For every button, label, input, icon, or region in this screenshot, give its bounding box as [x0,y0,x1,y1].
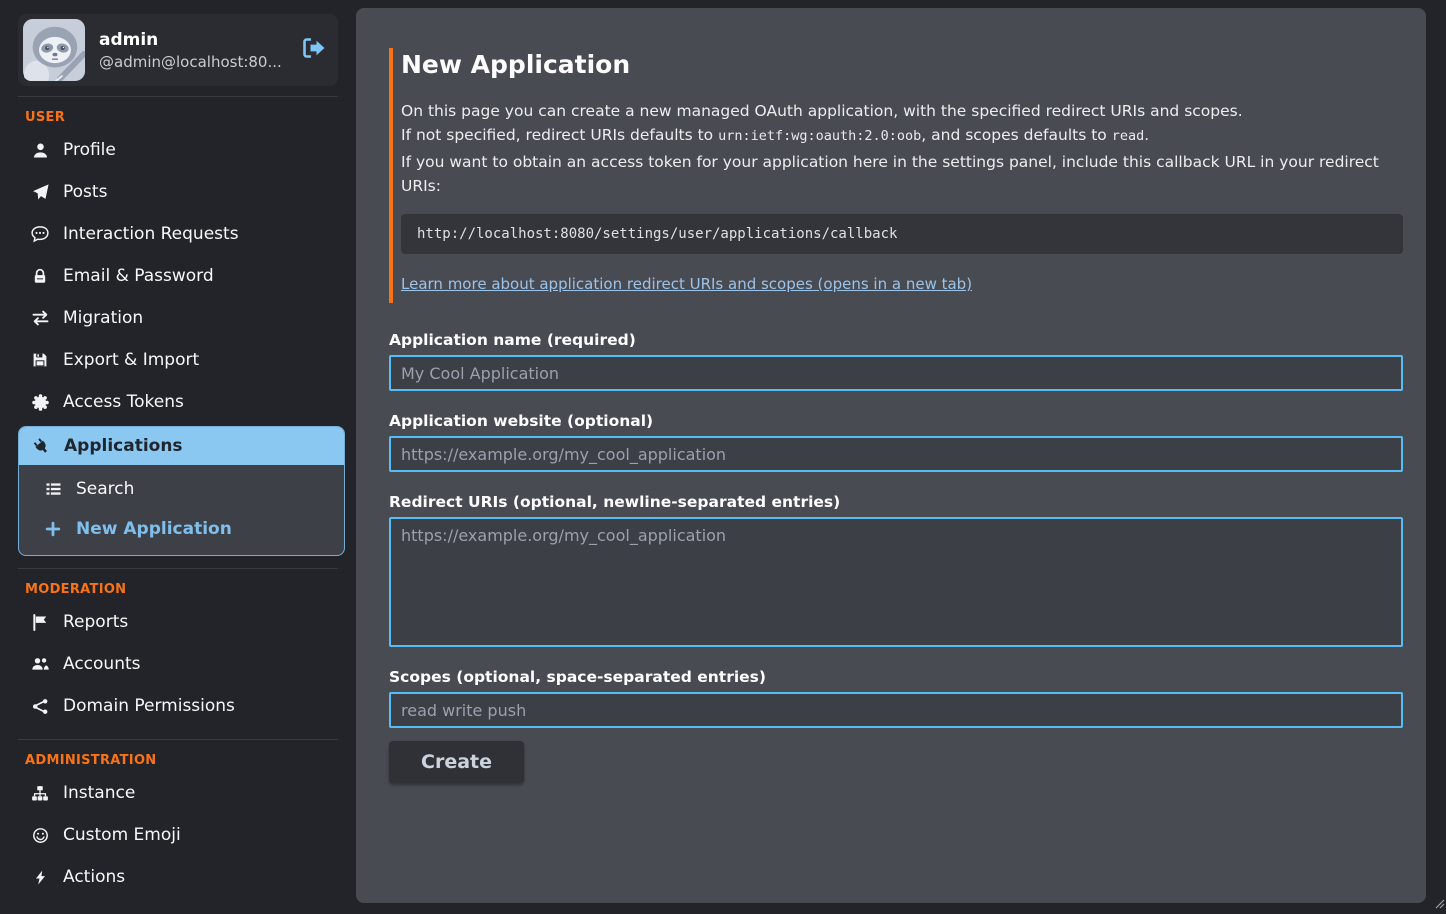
intro-line-1: On this page you can create a new manage… [401,99,1403,123]
new-application-form: Application name (required) Application … [389,331,1403,783]
sidebar: admin @admin@localhost:80... USER Profil… [0,0,356,914]
sidebar-item-label: Interaction Requests [63,224,239,244]
sidebar-item-profile[interactable]: Profile [0,129,356,171]
floppy-disk-icon [30,352,50,368]
learn-more-link[interactable]: Learn more about application redirect UR… [401,275,972,293]
sidebar-item-migration[interactable]: Migration [0,297,356,339]
redirect-uris-field-group: Redirect URIs (optional, newline-separat… [389,493,1403,647]
sidebar-item-label: Export & Import [63,350,199,370]
redirect-uris-label: Redirect URIs (optional, newline-separat… [389,493,1403,511]
sidebar-item-export-import[interactable]: Export & Import [0,339,356,381]
sidebar-item-instance[interactable]: Instance [0,772,356,814]
resize-grip[interactable] [1434,894,1445,913]
user-display-name: admin [99,30,284,50]
sidebar-item-email-password[interactable]: Email & Password [0,255,356,297]
page-header-section: New Application On this page you can cre… [389,48,1403,303]
comment-dots-icon [30,225,50,243]
seal-icon [30,394,50,411]
share-nodes-icon [30,698,50,715]
sidebar-item-applications[interactable]: Applications [19,427,344,465]
bolt-icon [30,869,50,886]
sidebar-item-posts[interactable]: Posts [0,171,356,213]
scopes-field-group: Scopes (optional, space-separated entrie… [389,668,1403,728]
application-website-field-group: Application website (optional) [389,412,1403,472]
application-name-field-group: Application name (required) [389,331,1403,391]
sign-out-icon[interactable] [298,35,330,65]
inline-code-oob: urn:ietf:wg:oauth:2.0:oob [718,128,921,144]
sidebar-subitem-new-application[interactable]: New Application [19,509,344,549]
main-panel: New Application On this page you can cre… [356,8,1426,903]
intro-line-2: If not specified, redirect URIs defaults… [401,123,1403,148]
intro-line-3: If you want to obtain an access token fo… [401,150,1403,198]
applications-submenu: Search New Application [19,465,344,555]
application-website-label: Application website (optional) [389,412,1403,430]
user-card[interactable]: admin @admin@localhost:80... [18,14,338,86]
applications-group: Applications Search N [18,426,345,556]
plus-icon [43,521,63,537]
sidebar-item-interaction-requests[interactable]: Interaction Requests [0,213,356,255]
page-title: New Application [401,50,1403,79]
section-header-administration: ADMINISTRATION [0,740,356,772]
sidebar-item-label: Posts [63,182,107,202]
sidebar-item-label: Migration [63,308,143,328]
list-icon [43,481,63,497]
sloth-avatar [23,19,85,81]
sidebar-item-label: Custom Emoji [63,825,181,845]
users-icon [30,656,50,672]
scopes-label: Scopes (optional, space-separated entrie… [389,668,1403,686]
application-website-input[interactable] [389,436,1403,472]
user-icon [30,142,50,159]
scopes-input[interactable] [389,692,1403,728]
sidebar-item-label: Applications [64,436,183,456]
sidebar-item-access-tokens[interactable]: Access Tokens [0,381,356,423]
page-intro: On this page you can create a new manage… [401,99,1403,198]
user-handle: @admin@localhost:80... [99,53,284,71]
sidebar-item-label: Accounts [63,654,141,674]
sidebar-item-reports[interactable]: Reports [0,601,356,643]
sidebar-item-domain-permissions[interactable]: Domain Permissions [0,685,356,727]
lock-icon [30,268,50,285]
sidebar-item-label: Domain Permissions [63,696,235,716]
sidebar-subitem-search[interactable]: Search [19,469,344,509]
inline-code-read: read [1112,128,1145,144]
sidebar-item-label: Access Tokens [63,392,184,412]
sidebar-item-actions[interactable]: Actions [0,856,356,898]
sidebar-item-label: Actions [63,867,125,887]
application-name-label: Application name (required) [389,331,1403,349]
section-header-user: USER [0,97,356,129]
section-header-moderation: MODERATION [0,569,356,601]
smiley-icon [30,827,50,844]
transfer-arrows-icon [30,310,50,326]
sidebar-item-label: Instance [63,783,135,803]
paper-plane-icon [30,184,50,201]
plug-icon [31,438,51,455]
application-name-input[interactable] [389,355,1403,391]
sidebar-item-accounts[interactable]: Accounts [0,643,356,685]
flag-icon [30,614,50,631]
sidebar-item-label: Email & Password [63,266,214,286]
sidebar-item-label: Reports [63,612,128,632]
sidebar-item-label: Profile [63,140,116,160]
create-button[interactable]: Create [389,741,524,783]
sidebar-item-custom-emoji[interactable]: Custom Emoji [0,814,356,856]
sidebar-subitem-label: Search [76,479,134,499]
sitemap-icon [30,785,50,802]
sidebar-subitem-label: New Application [76,519,232,539]
redirect-uris-textarea[interactable] [389,517,1403,647]
user-card-text: admin @admin@localhost:80... [99,30,284,71]
callback-url-code-block: http://localhost:8080/settings/user/appl… [401,214,1403,254]
